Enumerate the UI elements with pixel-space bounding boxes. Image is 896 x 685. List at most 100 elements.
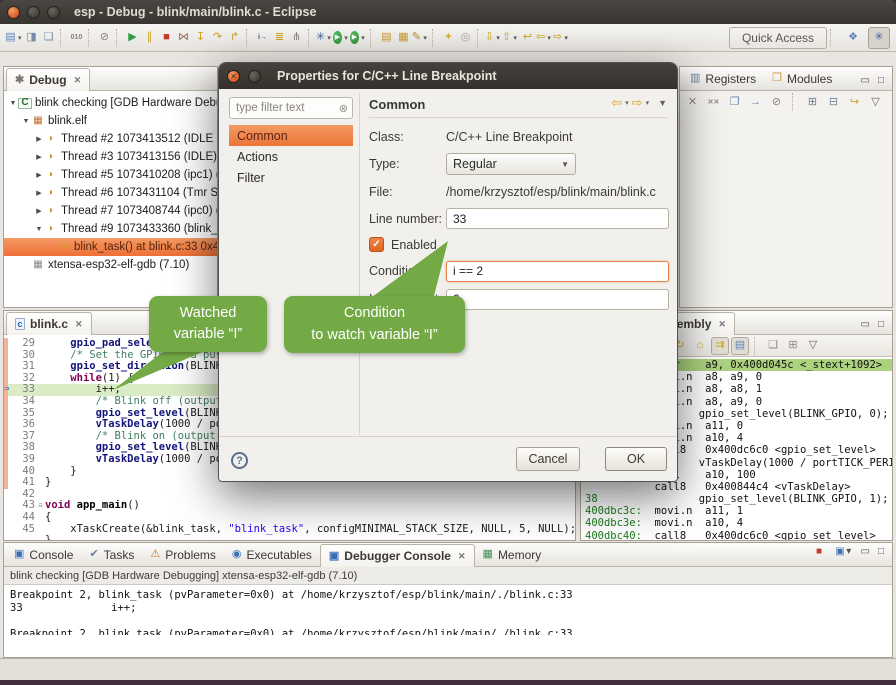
maximize-icon[interactable]: □ — [878, 76, 884, 86]
back-arrow-icon[interactable]: ⇦ — [611, 95, 622, 111]
clear-filter-icon[interactable]: ⊗ — [339, 102, 348, 115]
view-menu-icon[interactable]: ▼ — [658, 98, 667, 108]
step-into-button[interactable]: ↧ — [192, 28, 209, 48]
terminate-button[interactable]: ■ — [158, 28, 175, 48]
close-icon[interactable]: ✕ — [74, 75, 82, 86]
next-annotation-button[interactable]: ⇩▾ — [485, 28, 502, 48]
chevron-down-icon[interactable]: ▼ — [8, 100, 18, 107]
minimize-icon[interactable]: ▭ — [861, 320, 870, 330]
forward-arrow-icon[interactable]: ⇨ — [632, 95, 643, 111]
skip-all-button[interactable]: ⊘ — [768, 92, 785, 112]
fold-icon[interactable]: ⊟ — [36, 500, 45, 512]
tree-item[interactable]: ▼▦blink.elf — [4, 112, 217, 130]
chevron-right-icon[interactable]: ▶ — [34, 135, 44, 143]
use-step-filters-button[interactable]: ⋔ — [288, 28, 305, 48]
chevron-down-icon[interactable]: ▼ — [34, 226, 44, 233]
console-output[interactable]: Breakpoint 2, blink_task (pvParameter=0x… — [4, 585, 892, 635]
debug-launch-tree[interactable]: ▼Cblink checking [GDB Hardware Debugging… — [4, 91, 217, 307]
display-console-button[interactable]: ▣▾ — [836, 542, 853, 562]
pin-view-button[interactable]: ⊞ — [784, 337, 802, 355]
tab-memory[interactable]: ▦Memory — [475, 543, 550, 566]
forward-button[interactable]: ⇨▾ — [553, 28, 570, 48]
close-icon[interactable]: ✕ — [75, 319, 83, 330]
breakpoint-icon[interactable]: ⇒ — [4, 384, 16, 396]
tab-blink-c[interactable]: cblink.c✕ — [6, 312, 92, 335]
profile-button[interactable]: ◎ — [457, 28, 474, 48]
disconnect-button[interactable]: ⋈ — [175, 28, 192, 48]
tab-console[interactable]: ▣Console — [6, 543, 81, 566]
chevron-right-icon[interactable]: ▶ — [34, 207, 44, 215]
window-close-button[interactable] — [7, 6, 20, 19]
remove-all-breakpoints-button[interactable]: ✕✕ — [705, 92, 722, 112]
window-maximize-button[interactable] — [47, 6, 60, 19]
tree-item[interactable]: ▶◗Thread #5 1073410208 (ipc1) (Suspended… — [4, 166, 217, 184]
expand-all-button[interactable]: ⊞ — [804, 92, 821, 112]
last-edit-location-button[interactable]: ↩ — [519, 28, 536, 48]
view-menu-button[interactable]: ▽ — [867, 92, 884, 112]
tab-problems[interactable]: ⚠Problems — [142, 543, 224, 566]
back-dropdown-icon[interactable]: ▾ — [625, 99, 629, 107]
perspective-cpp-button[interactable]: ❖ — [842, 27, 864, 49]
tab-modules[interactable]: ❒Modules — [764, 67, 840, 90]
step-over-button[interactable]: ↷ — [209, 28, 226, 48]
tree-item[interactable]: ▶◗Thread #3 1073413156 (IDLE) (Suspended… — [4, 148, 217, 166]
tab-tasks[interactable]: ✔Tasks — [81, 543, 142, 566]
nav-item-actions[interactable]: Actions — [229, 146, 353, 167]
instruction-stepping-button[interactable]: i→ — [254, 28, 271, 48]
quick-access-button[interactable]: Quick Access — [729, 27, 827, 49]
window-minimize-button[interactable] — [27, 6, 40, 19]
run-button[interactable]: ▶▾ — [333, 28, 350, 48]
terminate-console-button[interactable]: ■ — [811, 542, 828, 562]
tab-registers[interactable]: ▥Registers — [682, 67, 764, 90]
type-dropdown[interactable]: Regular ▼ — [446, 153, 576, 175]
show-source-button[interactable]: ▤ — [731, 337, 749, 355]
ok-button[interactable]: OK — [605, 447, 667, 471]
binary-file-button[interactable]: 010 — [68, 28, 85, 48]
tab-debugger-console[interactable]: ▣Debugger Console✕ — [320, 544, 475, 567]
save-all-button[interactable]: ❏ — [40, 28, 57, 48]
close-icon[interactable]: ✕ — [718, 319, 726, 330]
suspend-button[interactable]: ∥ — [141, 28, 158, 48]
condition-input[interactable] — [446, 261, 669, 282]
chevron-right-icon[interactable]: ▶ — [34, 153, 44, 161]
minimize-icon[interactable]: ▭ — [861, 547, 870, 557]
enabled-checkbox[interactable]: ✓ — [369, 237, 384, 252]
tree-item[interactable]: ▼Cblink checking [GDB Hardware Debugging… — [4, 94, 217, 112]
chevron-down-icon[interactable]: ▼ — [21, 118, 31, 125]
new-wizard-button[interactable]: ▤▾ — [6, 28, 23, 48]
remove-breakpoint-button[interactable]: ✕ — [684, 92, 701, 112]
nav-item-common[interactable]: Common — [229, 125, 353, 146]
maximize-icon[interactable]: □ — [878, 320, 884, 330]
cancel-button[interactable]: Cancel — [516, 447, 580, 471]
tree-item[interactable]: ▦xtensa-esp32-elf-gdb (7.10) — [4, 256, 217, 274]
drop-to-frame-button[interactable]: ≣ — [271, 28, 288, 48]
open-type-button[interactable]: ▦ — [395, 28, 412, 48]
tab-executables[interactable]: ◉Executables — [224, 543, 320, 566]
tree-item[interactable]: ▶◗Thread #2 1073413512 (IDLE : Running) — [4, 130, 217, 148]
dialog-nav-list[interactable]: CommonActionsFilter — [229, 125, 353, 188]
back-button[interactable]: ⇦▾ — [536, 28, 553, 48]
ignore-count-input[interactable] — [446, 289, 669, 310]
minimize-icon[interactable]: ▭ — [861, 76, 870, 86]
line-number-input[interactable] — [446, 208, 669, 229]
sync-pc-button[interactable]: ⇉ — [711, 337, 729, 355]
mark-occurrences-button[interactable]: ✦ — [440, 28, 457, 48]
perspective-debug-button[interactable]: ✳ — [868, 27, 890, 49]
open-new-view-button[interactable]: ❏ — [764, 337, 782, 355]
go-to-file-button[interactable]: → — [747, 92, 764, 112]
chevron-right-icon[interactable]: ▶ — [34, 171, 44, 179]
tab-debug[interactable]: ✱Debug✕ — [6, 68, 90, 91]
tree-item[interactable]: ▶◗Thread #6 1073431104 (Tmr Svc) (Suspen… — [4, 184, 217, 202]
external-tools-button[interactable]: ▶▾ — [350, 28, 367, 48]
open-element-button[interactable]: ▤ — [378, 28, 395, 48]
tree-item[interactable]: ▼◗Thread #9 1073433360 (blink_task : Sus… — [4, 220, 217, 238]
skip-all-breakpoints-button[interactable]: ⊘ — [96, 28, 113, 48]
search-button[interactable]: ✎▾ — [412, 28, 429, 48]
step-return-button[interactable]: ↱ — [226, 28, 243, 48]
previous-annotation-button[interactable]: ⇧▾ — [502, 28, 519, 48]
resume-button[interactable]: ▶ — [124, 28, 141, 48]
dialog-close-button[interactable]: ✕ — [227, 70, 240, 83]
view-menu-button[interactable]: ▽ — [804, 337, 822, 355]
filter-input[interactable]: type filter text ⊗ — [229, 97, 353, 119]
tree-item[interactable]: ▶◗Thread #7 1073408744 (ipc0) (Suspended… — [4, 202, 217, 220]
